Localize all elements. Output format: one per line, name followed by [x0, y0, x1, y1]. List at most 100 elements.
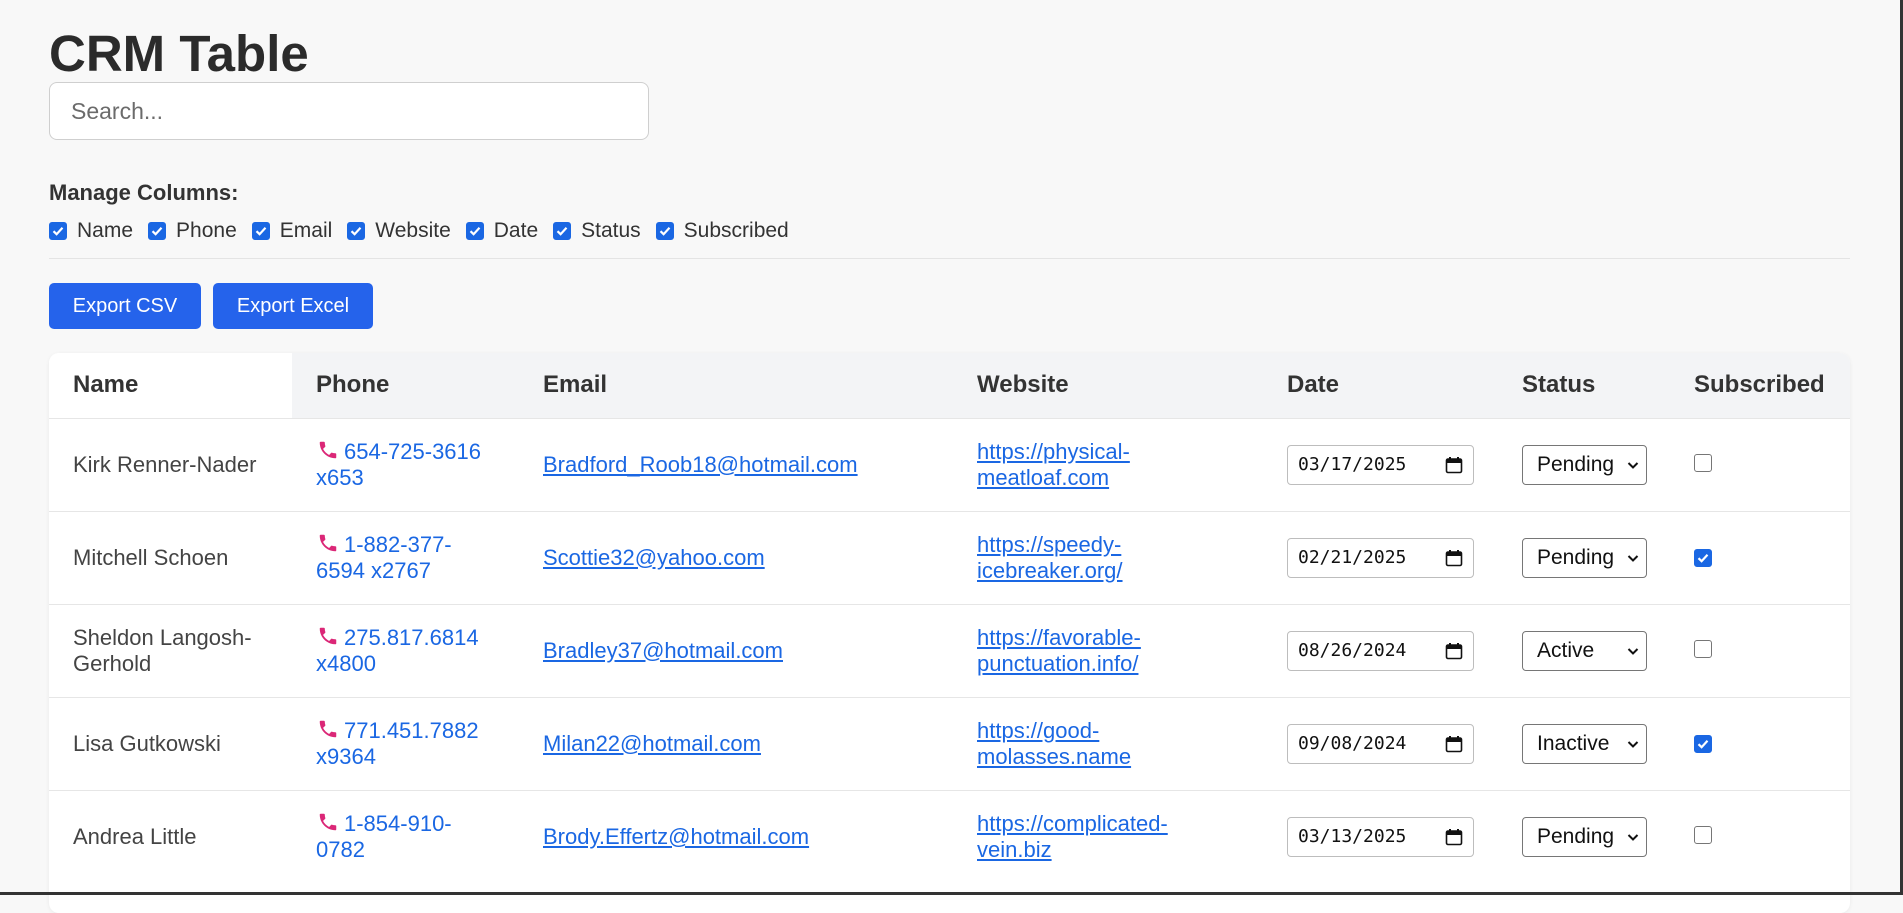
phone-link[interactable]: 275.817.6814 x4800 [316, 625, 519, 677]
subscribed-checkbox[interactable] [1694, 548, 1712, 567]
column-toggle-subscribed[interactable]: Subscribed [655, 219, 789, 243]
contact-name-line-1: Sheldon Langosh- [73, 624, 252, 650]
checkbox-checked-icon[interactable] [148, 222, 167, 240]
website-link[interactable]: https://complicated-vein.biz [977, 811, 1168, 862]
subscribed-checkbox[interactable] [1694, 825, 1712, 844]
cell-status: Pending [1498, 510, 1670, 604]
status-select[interactable]: Pending [1522, 444, 1647, 485]
date-input[interactable]: 03/13/2025 [1287, 816, 1474, 857]
checkbox-checked-icon[interactable] [347, 222, 366, 240]
column-header-website[interactable]: Website [953, 353, 1263, 418]
status-select[interactable]: Inactive [1522, 723, 1647, 764]
cell-email: Scottie32@yahoo.com [519, 510, 953, 604]
contact-name: Lisa Gutkowski [73, 730, 221, 756]
website-line-1: https://favorable- [977, 624, 1141, 650]
status-select[interactable]: Pending [1522, 537, 1647, 578]
export-excel-button[interactable]: Export Excel [213, 283, 373, 329]
email-link[interactable]: Milan22@hotmail.com [543, 731, 761, 756]
status-value: Pending [1537, 545, 1615, 569]
calendar-icon[interactable] [1445, 828, 1463, 846]
phone-line-2: 0782 [316, 836, 365, 862]
cell-date: 02/21/2025 [1263, 510, 1498, 604]
email-link[interactable]: Bradford_Roob18@hotmail.com [543, 452, 858, 477]
table-row: Lisa Gutkowski 771.451.7882 x9364 Milan22… [49, 696, 1850, 790]
column-header-status[interactable]: Status [1498, 353, 1670, 418]
phone-link[interactable]: 654-725-3616 x653 [316, 439, 519, 491]
phone-icon [319, 627, 337, 644]
checkbox-checked-icon[interactable] [655, 222, 674, 240]
date-input[interactable]: 08/26/2024 [1287, 630, 1474, 671]
check-icon [1697, 553, 1709, 563]
column-toggle-name[interactable]: Name [49, 219, 133, 243]
website-link[interactable]: https://physical-meatloaf.com [977, 439, 1130, 490]
phone-link[interactable]: 1-854-910- 0782 [316, 811, 519, 863]
column-header-email[interactable]: Email [519, 353, 953, 418]
date-input[interactable]: 03/17/2025 [1287, 444, 1474, 485]
website-link[interactable]: https://favorable-punctuation.info/ [977, 625, 1141, 676]
phone-line-1: 275.817.6814 [344, 624, 479, 650]
cell-phone: 1-882-377- 6594 x2767 [292, 510, 519, 604]
website-line-1: https://speedy- [977, 531, 1122, 557]
cell-email: Bradley37@hotmail.com [519, 603, 953, 697]
column-toggles: Name Phone Email Website Date Status Sub… [49, 218, 804, 244]
website-link[interactable]: https://good-molasses.name [977, 718, 1131, 769]
date-value: 09/08/2024 [1298, 733, 1407, 754]
chevron-down-icon [1627, 740, 1639, 748]
divider [49, 258, 1850, 259]
cell-date: 03/17/2025 [1263, 417, 1498, 511]
phone-line-1: 1-854-910- [344, 810, 452, 836]
export-csv-button[interactable]: Export CSV [49, 283, 201, 329]
phone-icon [319, 534, 337, 551]
column-toggle-email[interactable]: Email [251, 219, 332, 243]
phone-link[interactable]: 771.451.7882 x9364 [316, 718, 519, 770]
cell-phone: 654-725-3616 x653 [292, 417, 519, 511]
column-toggle-website[interactable]: Website [347, 219, 451, 243]
subscribed-checkbox[interactable] [1694, 453, 1712, 472]
website-line-2: icebreaker.org/ [977, 557, 1123, 583]
subscribed-checkbox[interactable] [1694, 734, 1712, 753]
column-toggle-phone[interactable]: Phone [148, 219, 237, 243]
website-link[interactable]: https://speedy-icebreaker.org/ [977, 532, 1123, 583]
calendar-icon[interactable] [1445, 549, 1463, 567]
table-header-row: Name Phone Email Website Date Status Sub… [49, 353, 1850, 418]
subscribed-checkbox[interactable] [1694, 639, 1712, 658]
checkbox-checked-icon[interactable] [553, 222, 572, 240]
column-toggle-date[interactable]: Date [465, 219, 539, 243]
column-toggle-label: Status [581, 219, 641, 242]
cell-date: 03/13/2025 [1263, 789, 1498, 883]
email-link[interactable]: Scottie32@yahoo.com [543, 545, 765, 570]
status-value: Pending [1537, 452, 1615, 476]
calendar-icon[interactable] [1445, 735, 1463, 753]
phone-link[interactable]: 1-882-377- 6594 x2767 [316, 532, 519, 584]
calendar-icon[interactable] [1445, 642, 1463, 660]
page-title: CRM Table [49, 25, 309, 82]
cell-website: https://good-molasses.name [953, 696, 1263, 790]
cell-name: Andrea Little [49, 789, 292, 883]
status-select[interactable]: Pending [1522, 816, 1647, 857]
cell-email: Milan22@hotmail.com [519, 696, 953, 790]
column-header-subscribed[interactable]: Subscribed [1670, 353, 1850, 418]
column-header-date[interactable]: Date [1263, 353, 1498, 418]
chevron-down-icon [1627, 554, 1639, 562]
date-input[interactable]: 09/08/2024 [1287, 723, 1474, 764]
cell-status: Active [1498, 603, 1670, 697]
website-line-1: https://good- [977, 717, 1100, 743]
email-link[interactable]: Bradley37@hotmail.com [543, 638, 783, 663]
date-value: 03/13/2025 [1298, 826, 1407, 848]
search-input[interactable] [49, 82, 649, 140]
checkbox-checked-icon[interactable] [251, 222, 270, 240]
cell-website: https://complicated-vein.biz [953, 789, 1263, 883]
checkbox-checked-icon[interactable] [49, 222, 67, 240]
calendar-icon[interactable] [1445, 456, 1463, 474]
cell-status: Pending [1498, 789, 1670, 883]
column-header-phone[interactable]: Phone [292, 353, 519, 418]
column-toggle-status[interactable]: Status [553, 219, 641, 243]
status-select[interactable]: Active [1522, 630, 1647, 671]
date-input[interactable]: 02/21/2025 [1287, 537, 1474, 578]
website-line-1: https://physical- [977, 438, 1130, 464]
checkbox-checked-icon[interactable] [465, 222, 484, 240]
column-header-name[interactable]: Name [49, 353, 292, 418]
column-toggle-label: Name [77, 219, 134, 242]
email-link[interactable]: Brody.Effertz@hotmail.com [543, 824, 809, 849]
column-toggle-label: Date [493, 219, 539, 242]
